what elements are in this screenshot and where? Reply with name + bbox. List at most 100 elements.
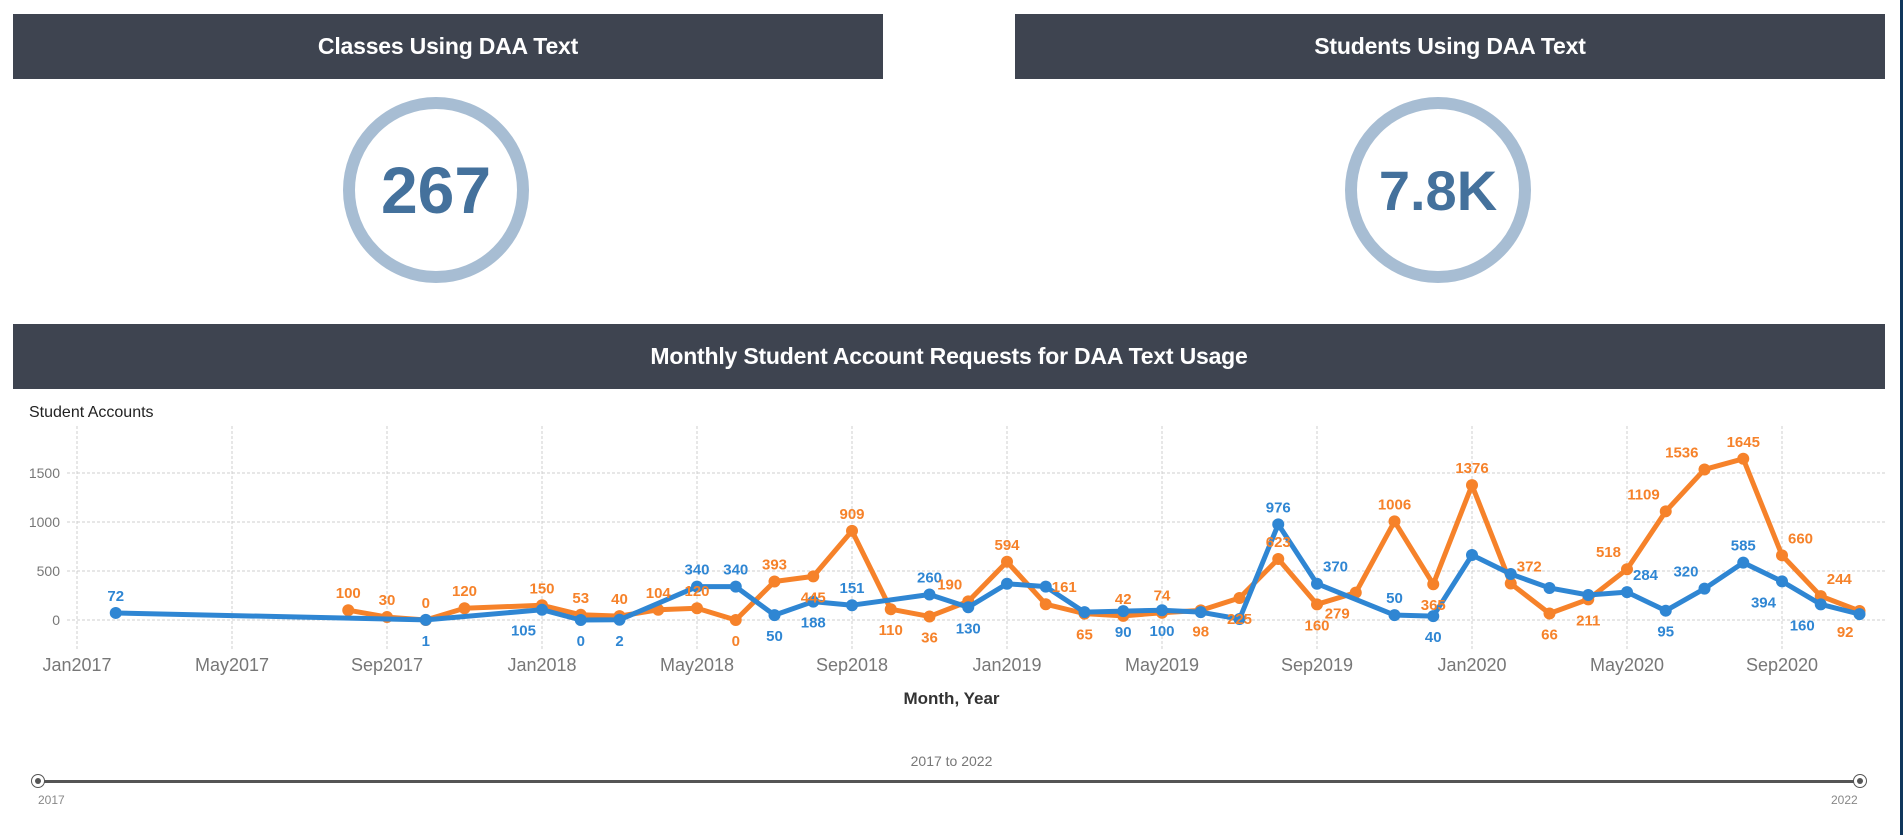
orange-data-point [458, 602, 471, 615]
blue-data-label: 340 [684, 562, 709, 579]
date-range-label: 2017 to 2022 [910, 753, 993, 769]
orange-data-label: 623 [1266, 534, 1291, 551]
orange-data-point [1737, 452, 1750, 465]
blue-data-point [1776, 575, 1788, 588]
y-tick-label: 0 [52, 612, 60, 628]
orange-data-label: 92 [1837, 624, 1854, 641]
orange-data-label: 30 [379, 592, 396, 609]
blue-data-label: 585 [1731, 538, 1756, 555]
x-tick-label: Jan2020 [1437, 655, 1506, 675]
slider-start-handle[interactable] [31, 774, 45, 788]
blue-data-point [1156, 604, 1168, 617]
blue-data-label: 340 [723, 562, 748, 579]
orange-data-point [923, 610, 936, 623]
blue-data-point [1504, 568, 1517, 581]
x-tick-label: Jan2019 [972, 655, 1041, 675]
blue-data-point [729, 580, 742, 593]
blue-series-line [113, 521, 1862, 623]
orange-data-label: 74 [1154, 588, 1171, 605]
orange-data-label: 225 [1227, 611, 1252, 628]
x-tick-label: May2017 [195, 655, 269, 675]
students-card-header: Students Using DAA Text [1015, 14, 1885, 79]
blue-data-label: 1 [422, 633, 430, 650]
orange-data-point [1659, 505, 1672, 518]
blue-data-label: 40 [1425, 629, 1442, 646]
orange-data-label: 100 [336, 585, 361, 602]
orange-data-label: 42 [1115, 591, 1132, 608]
blue-data-point [923, 588, 936, 601]
orange-data-label: 190 [937, 576, 962, 593]
blue-data-point [574, 614, 587, 626]
chart-title: Monthly Student Account Requests for DAA… [650, 343, 1248, 369]
orange-data-point [1543, 607, 1556, 620]
blue-data-point [1001, 577, 1013, 590]
orange-data-label: 372 [1517, 559, 1542, 576]
orange-data-label: 40 [611, 591, 628, 608]
x-tick-label: Jan2018 [507, 655, 576, 675]
blue-data-label: 370 [1323, 559, 1348, 576]
blue-data-point [1737, 556, 1750, 569]
orange-data-point [1621, 563, 1633, 576]
date-range-slider-track[interactable] [38, 780, 1860, 783]
orange-data-point [729, 614, 742, 626]
blue-data-point [846, 599, 858, 612]
blue-data-label: 320 [1673, 564, 1698, 581]
orange-data-label: 909 [839, 506, 864, 523]
orange-data-label: 66 [1541, 627, 1558, 644]
blue-data-point [1621, 586, 1633, 599]
blue-data-label: 50 [1386, 590, 1403, 607]
orange-data-label: 104 [646, 585, 672, 602]
y-tick-label: 500 [37, 563, 61, 579]
x-tick-label: Sep2019 [1281, 655, 1353, 675]
orange-data-label: 365 [1421, 597, 1446, 614]
orange-data-label: 660 [1788, 530, 1813, 547]
blue-data-point [419, 613, 432, 626]
classes-card-title: Classes Using DAA Text [317, 33, 579, 59]
orange-data-label: 1376 [1455, 460, 1488, 477]
blue-data-point [536, 603, 548, 616]
orange-data-label: 36 [921, 629, 938, 646]
chart-header: Monthly Student Account Requests for DAA… [13, 324, 1885, 389]
blue-data-label: 95 [1657, 624, 1674, 641]
blue-data-label: 188 [801, 615, 826, 632]
orange-data-label: 98 [1192, 623, 1209, 640]
blue-data-point [1543, 581, 1556, 594]
orange-data-label: 1109 [1627, 486, 1660, 503]
orange-data-point [768, 575, 781, 588]
orange-data-label: 1645 [1727, 434, 1760, 451]
orange-data-label: 120 [452, 583, 477, 600]
students-kpi-value: 7.8K [1378, 158, 1498, 222]
orange-data-point [807, 570, 820, 583]
blue-data-label: 160 [1790, 617, 1815, 634]
blue-data-point [1659, 604, 1672, 617]
orange-data-point [1776, 549, 1788, 562]
blue-data-point [1039, 580, 1052, 593]
orange-data-label: 53 [572, 590, 589, 607]
orange-data-label: 150 [529, 580, 554, 597]
blue-data-point [768, 609, 781, 622]
orange-data-point [1001, 555, 1013, 568]
blue-data-point [1272, 518, 1285, 531]
classes-kpi-circle: 267 [343, 97, 529, 283]
x-tick-label: Sep2017 [351, 655, 423, 675]
blue-data-label: 130 [956, 620, 981, 637]
slider-start-label: 2017 [38, 793, 65, 807]
classes-card-header: Classes Using DAA Text [13, 14, 883, 79]
orange-data-label: 1006 [1378, 496, 1411, 513]
orange-data-point [884, 603, 897, 616]
orange-data-point [1233, 591, 1246, 604]
blue-data-point [1466, 549, 1478, 562]
slider-end-handle[interactable] [1853, 774, 1867, 788]
orange-data-label: 0 [422, 595, 430, 612]
x-axis-title: Month, Year [903, 689, 1000, 708]
y-tick-label: 1500 [29, 465, 60, 481]
x-tick-label: Jan2017 [42, 655, 111, 675]
blue-data-point [1814, 598, 1827, 611]
orange-data-point [342, 604, 355, 617]
classes-kpi-value: 267 [380, 153, 492, 227]
blue-data-point [1194, 606, 1207, 619]
blue-data-point [613, 613, 626, 626]
orange-data-label: 65 [1076, 627, 1093, 644]
orange-data-label: 120 [684, 583, 709, 600]
blue-data-label: 284 [1633, 567, 1659, 584]
